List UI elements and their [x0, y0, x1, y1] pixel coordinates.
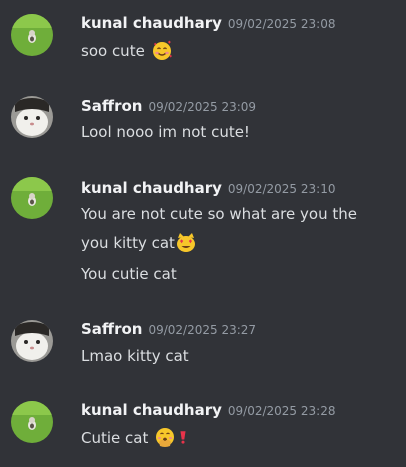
message-content: you kitty cat — [81, 234, 175, 252]
message-text: you kitty cat — [81, 231, 197, 254]
avatar[interactable] — [11, 320, 53, 362]
author-name[interactable]: Saffron — [81, 320, 142, 338]
timestamp: 09/02/2025 23:08 — [227, 17, 336, 31]
message-content: soo cute — [81, 42, 145, 60]
message-content: Lool nooo im not cute! — [81, 123, 250, 141]
author-name[interactable]: kunal chaudhary — [81, 401, 222, 419]
timestamp: 09/02/2025 23:28 — [227, 404, 336, 418]
author-name[interactable]: kunal chaudhary — [81, 14, 222, 32]
message-text: Lmao kitty cat — [81, 345, 189, 367]
avatar[interactable] — [11, 96, 53, 138]
bw-cat-avatar-icon — [11, 320, 53, 362]
grass-cat-avatar-icon — [11, 401, 53, 443]
heavy-exclamation-mark-icon — [180, 431, 186, 444]
grass-cat-avatar-icon — [11, 177, 53, 219]
avatar[interactable] — [11, 401, 53, 443]
message-text: Cutie cat — [81, 426, 190, 449]
message-text: soo cute — [81, 39, 173, 62]
face-with-hand-over-mouth-icon — [156, 428, 175, 447]
grass-cat-avatar-icon — [11, 14, 53, 56]
bw-cat-avatar-icon — [11, 96, 53, 138]
message-text: You are not cute so what are you the — [81, 203, 357, 225]
timestamp: 09/02/2025 23:27 — [148, 323, 257, 337]
avatar[interactable] — [11, 14, 53, 56]
message-content: You cutie cat — [81, 265, 177, 283]
smiling-face-with-hearts-icon — [152, 40, 172, 60]
message-content: You are not cute so what are you the — [81, 205, 357, 223]
timestamp: 09/02/2025 23:10 — [227, 182, 336, 196]
timestamp: 09/02/2025 23:09 — [148, 100, 257, 114]
heart-eyes-cat-icon — [176, 233, 195, 252]
message-text: You cutie cat — [81, 263, 177, 285]
author-name[interactable]: kunal chaudhary — [81, 179, 222, 197]
message-content: Lmao kitty cat — [81, 347, 189, 365]
message-text: Lool nooo im not cute! — [81, 121, 250, 143]
avatar[interactable] — [11, 177, 53, 219]
message-content: Cutie cat — [81, 429, 149, 447]
author-name[interactable]: Saffron — [81, 97, 142, 115]
